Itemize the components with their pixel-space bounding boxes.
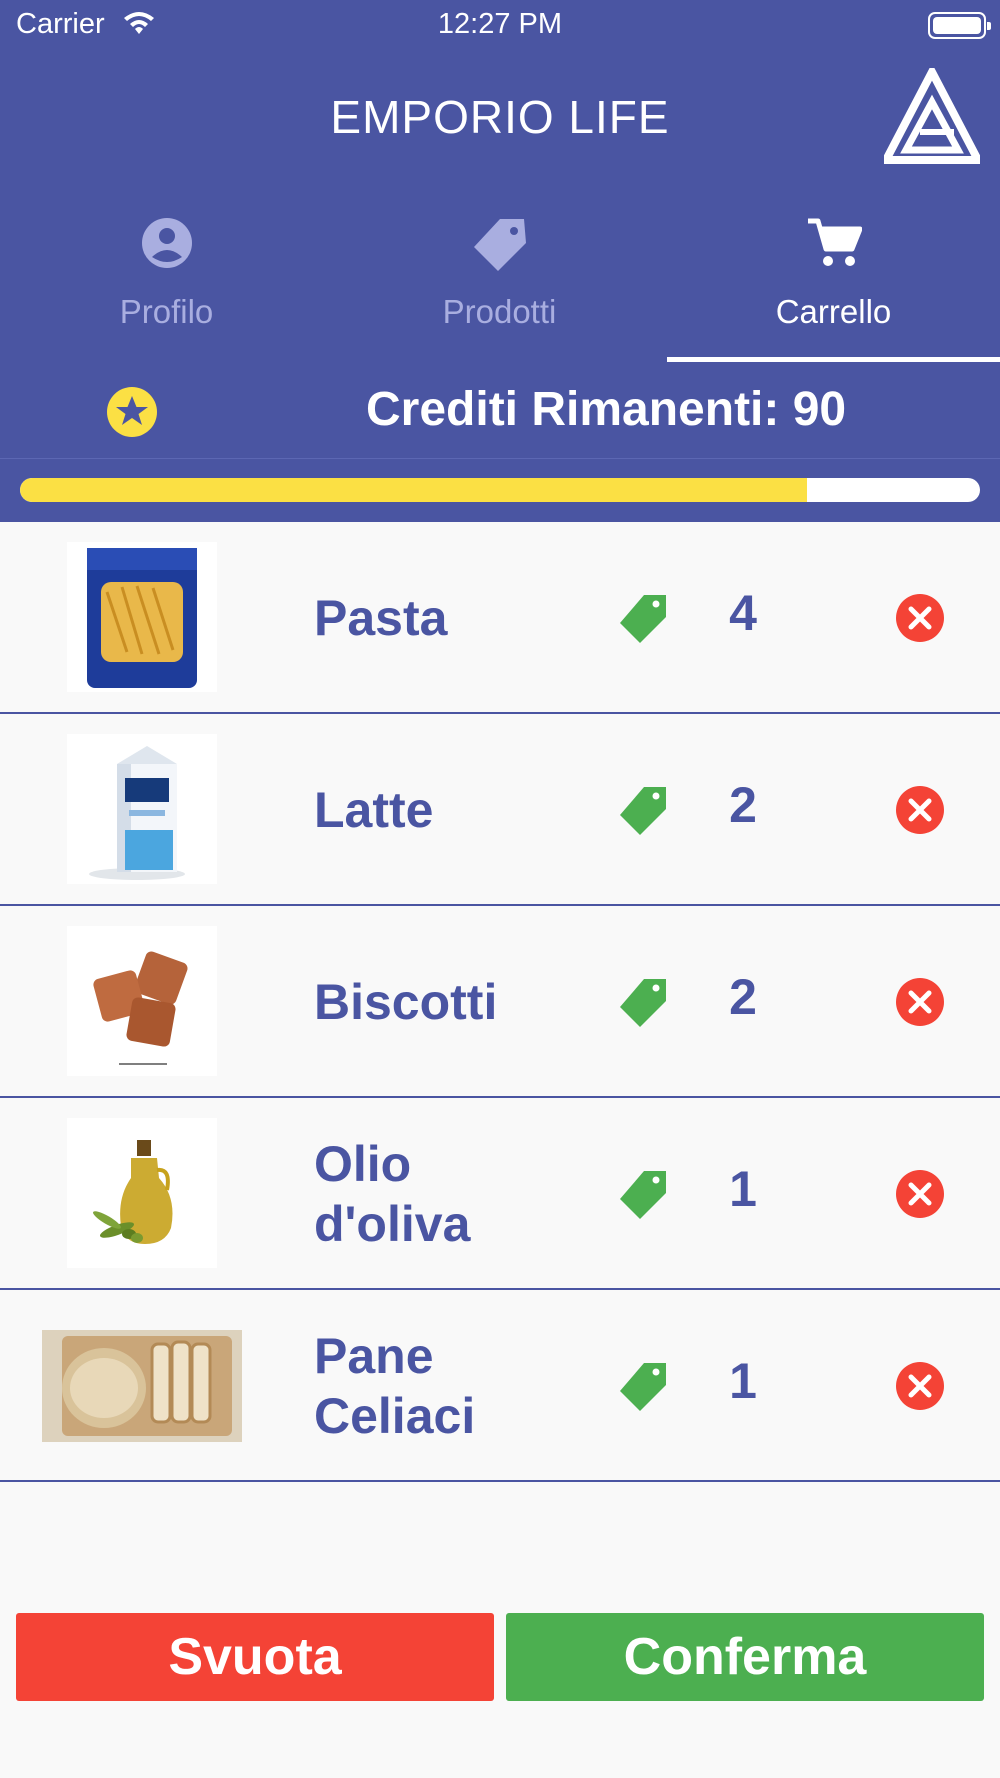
tab-profilo[interactable]: Profilo [0, 205, 333, 360]
item-name: Latte [314, 782, 434, 838]
tab-label: Prodotti [442, 293, 557, 330]
item-quantity: 2 [729, 777, 757, 833]
product-image [42, 1330, 242, 1442]
battery-icon [928, 12, 991, 39]
app-header: Carrier 12:27 PM EMPORIO LIFE Profilo Pr… [0, 0, 1000, 522]
status-bar: Carrier 12:27 PM [0, 0, 1000, 50]
active-tab-indicator [667, 357, 1000, 362]
remove-item-icon[interactable] [895, 593, 945, 647]
tab-prodotti[interactable]: Prodotti [333, 205, 666, 360]
tab-label: Carrello [775, 293, 892, 330]
cart-item[interactable]: Pane Celiaci 1 [0, 1290, 1000, 1482]
product-image [67, 734, 217, 884]
item-quantity: 2 [729, 969, 757, 1025]
cart-list: Pasta 4 Latte 2 Biscotti 2 Olio d'oliva … [0, 522, 1000, 1482]
item-quantity: 4 [729, 585, 757, 641]
item-name: Pane Celiaci [314, 1328, 476, 1444]
item-quantity: 1 [729, 1161, 757, 1217]
confirm-order-button[interactable]: Conferma [506, 1613, 984, 1701]
item-name: Biscotti [314, 974, 498, 1030]
triangle-logo-icon [879, 63, 985, 168]
account-circle-icon [0, 215, 333, 275]
credits-progress-bar [20, 478, 980, 502]
remove-item-icon[interactable] [895, 785, 945, 839]
cart-item[interactable]: Latte 2 [0, 714, 1000, 906]
credits-remaining: Crediti Rimanenti: 90 [366, 383, 847, 436]
cart-item[interactable]: Olio d'oliva 1 [0, 1098, 1000, 1290]
clear-cart-button[interactable]: Svuota [16, 1613, 494, 1701]
item-name: Olio d'oliva [314, 1136, 471, 1252]
remove-item-icon[interactable] [895, 977, 945, 1031]
cart-item[interactable]: Pasta 4 [0, 522, 1000, 714]
credits-row: Crediti Rimanenti: 90 [0, 370, 1000, 458]
price-tag-icon [618, 977, 668, 1033]
cart-icon [667, 215, 1000, 275]
price-tag-icon [618, 785, 668, 841]
remove-item-icon[interactable] [895, 1361, 945, 1415]
remove-item-icon[interactable] [895, 1169, 945, 1223]
tag-icon [333, 215, 666, 279]
star-icon [107, 387, 157, 441]
item-name: Pasta [314, 590, 448, 646]
clock: 12:27 PM [437, 8, 563, 40]
item-quantity: 1 [729, 1353, 757, 1409]
price-tag-icon [618, 1169, 668, 1225]
cart-item[interactable]: Biscotti 2 [0, 906, 1000, 1098]
price-tag-icon [618, 593, 668, 649]
product-image [67, 542, 217, 692]
divider [0, 458, 1000, 459]
tab-label: Profilo [119, 293, 214, 330]
credits-progress-fill [20, 478, 808, 502]
tab-carrello[interactable]: Carrello [667, 205, 1000, 360]
product-image [67, 926, 217, 1076]
app-title: EMPORIO LIFE [330, 91, 670, 143]
product-image [67, 1118, 217, 1268]
price-tag-icon [618, 1361, 668, 1417]
